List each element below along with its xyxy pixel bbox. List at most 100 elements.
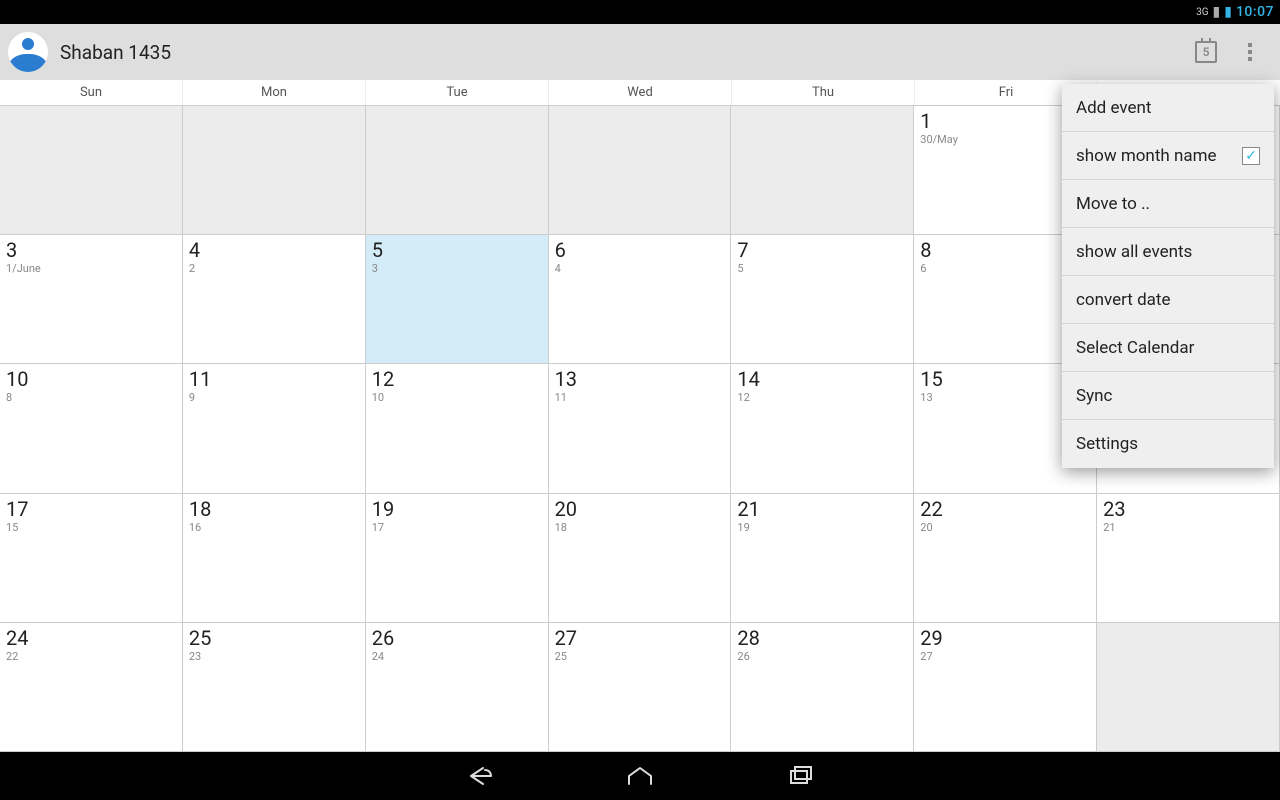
calendar-cell[interactable]	[0, 106, 183, 235]
overflow-menu: Add event show month name ✓ Move to .. s…	[1062, 84, 1274, 468]
calendar-cell[interactable]: 42	[183, 235, 366, 364]
status-bar: 3G ▮ ▮ 10:07	[0, 0, 1280, 24]
cell-day-number: 5	[372, 239, 542, 261]
calendar-cell[interactable]: 108	[0, 364, 183, 493]
calendar-cell[interactable]: 75	[731, 235, 914, 364]
menu-move-to[interactable]: Move to ..	[1062, 180, 1274, 228]
cell-sub-date: 4	[555, 262, 725, 275]
weekday-label: Sun	[0, 80, 183, 105]
calendar-cell[interactable]: 31/June	[0, 235, 183, 364]
cell-sub-date: 16	[189, 521, 359, 534]
status-clock: 10:07	[1236, 4, 1274, 20]
cell-day-number: 27	[555, 627, 725, 649]
menu-show-all-events[interactable]: show all events	[1062, 228, 1274, 276]
menu-settings[interactable]: Settings	[1062, 420, 1274, 468]
cell-day-number: 26	[372, 627, 542, 649]
cell-sub-date: 24	[372, 650, 542, 663]
cell-sub-date: 15	[6, 521, 176, 534]
cell-sub-date: 18	[555, 521, 725, 534]
home-button[interactable]	[620, 756, 660, 796]
cell-day-number: 28	[737, 627, 907, 649]
cell-sub-date: 5	[737, 262, 907, 275]
cell-day-number: 10	[6, 368, 176, 390]
calendar-cell[interactable]: 2321	[1097, 494, 1280, 623]
cell-day-number: 6	[555, 239, 725, 261]
calendar-cell[interactable]	[366, 106, 549, 235]
checkbox-icon[interactable]: ✓	[1242, 147, 1260, 165]
cell-day-number: 4	[189, 239, 359, 261]
cell-sub-date: 27	[920, 650, 1090, 663]
cell-sub-date: 25	[555, 650, 725, 663]
recents-button[interactable]	[780, 756, 820, 796]
cell-day-number: 24	[6, 627, 176, 649]
cell-sub-date: 11	[555, 391, 725, 404]
cell-sub-date: 23	[189, 650, 359, 663]
weekday-label: Thu	[732, 80, 915, 105]
today-icon: 5	[1195, 41, 1217, 63]
overflow-icon	[1248, 43, 1252, 61]
calendar-cell[interactable]: 2927	[914, 623, 1097, 752]
cell-day-number: 29	[920, 627, 1090, 649]
cell-day-number: 20	[555, 498, 725, 520]
calendar-cell[interactable]	[1097, 623, 1280, 752]
cell-day-number: 19	[372, 498, 542, 520]
calendar-cell[interactable]: 2523	[183, 623, 366, 752]
cell-sub-date: 17	[372, 521, 542, 534]
calendar-cell[interactable]	[183, 106, 366, 235]
today-button[interactable]: 5	[1184, 30, 1228, 74]
cell-sub-date: 10	[372, 391, 542, 404]
menu-convert-date[interactable]: convert date	[1062, 276, 1274, 324]
action-bar: Shaban 1435 5	[0, 24, 1280, 80]
cell-day-number: 17	[6, 498, 176, 520]
cell-sub-date: 21	[1103, 521, 1273, 534]
cell-day-number: 22	[920, 498, 1090, 520]
calendar-cell[interactable]: 1412	[731, 364, 914, 493]
calendar-cell[interactable]: 2422	[0, 623, 183, 752]
menu-select-calendar[interactable]: Select Calendar	[1062, 324, 1274, 372]
menu-sync[interactable]: Sync	[1062, 372, 1274, 420]
calendar-cell[interactable]: 1816	[183, 494, 366, 623]
cell-day-number: 7	[737, 239, 907, 261]
calendar-cell[interactable]: 2018	[549, 494, 732, 623]
calendar-cell[interactable]: 2624	[366, 623, 549, 752]
calendar-cell[interactable]: 2725	[549, 623, 732, 752]
back-button[interactable]	[460, 756, 500, 796]
cell-sub-date: 26	[737, 650, 907, 663]
menu-show-month-name[interactable]: show month name ✓	[1062, 132, 1274, 180]
weekday-label: Wed	[549, 80, 732, 105]
calendar-cell[interactable]: 2220	[914, 494, 1097, 623]
menu-add-event[interactable]: Add event	[1062, 84, 1274, 132]
calendar-cell[interactable]: 1715	[0, 494, 183, 623]
app-icon[interactable]	[8, 32, 48, 72]
cell-day-number: 3	[6, 239, 176, 261]
cell-day-number: 14	[737, 368, 907, 390]
calendar-cell[interactable]: 64	[549, 235, 732, 364]
cell-sub-date: 12	[737, 391, 907, 404]
cell-day-number: 13	[555, 368, 725, 390]
signal-icon: ▮	[1213, 4, 1221, 20]
cell-sub-date: 22	[6, 650, 176, 663]
home-icon	[625, 764, 655, 788]
cell-sub-date: 19	[737, 521, 907, 534]
calendar-cell[interactable]	[549, 106, 732, 235]
cell-day-number: 12	[372, 368, 542, 390]
calendar-cell[interactable]: 2119	[731, 494, 914, 623]
calendar-cell[interactable]: 2826	[731, 623, 914, 752]
nav-bar	[0, 752, 1280, 800]
calendar-cell[interactable]: 1210	[366, 364, 549, 493]
cell-sub-date: 20	[920, 521, 1090, 534]
overflow-button[interactable]	[1228, 30, 1272, 74]
calendar-cell[interactable]: 1311	[549, 364, 732, 493]
cell-day-number: 21	[737, 498, 907, 520]
calendar-cell[interactable]	[731, 106, 914, 235]
cell-day-number: 18	[189, 498, 359, 520]
cell-sub-date: 8	[6, 391, 176, 404]
recents-icon	[785, 764, 815, 788]
cell-day-number: 11	[189, 368, 359, 390]
calendar-cell[interactable]: 119	[183, 364, 366, 493]
cell-sub-date: 9	[189, 391, 359, 404]
calendar-cell[interactable]: 53	[366, 235, 549, 364]
calendar-cell[interactable]: 1917	[366, 494, 549, 623]
cell-day-number: 23	[1103, 498, 1273, 520]
page-title: Shaban 1435	[60, 41, 1184, 64]
